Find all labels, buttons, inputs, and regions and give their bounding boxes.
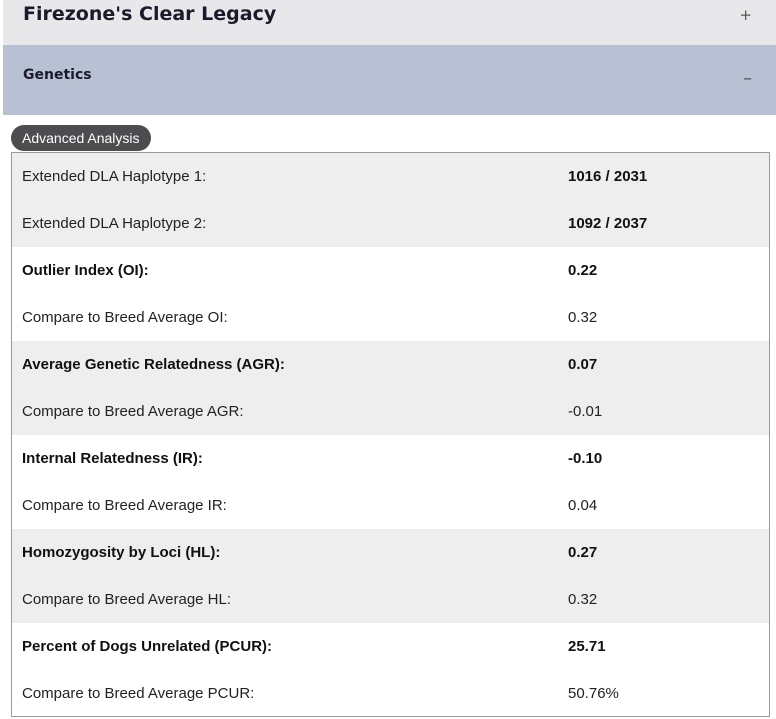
table-row: Outlier Index (OI): 0.22: [12, 247, 769, 294]
row-label: Compare to Breed Average IR:: [22, 497, 227, 514]
row-value: 0.32: [568, 591, 598, 608]
row-value: 0.32: [568, 309, 598, 326]
table-row: Percent of Dogs Unrelated (PCUR): 25.71: [12, 623, 769, 670]
table-row: Compare to Breed Average PCUR: 50.76%: [12, 670, 769, 716]
row-value: 25.71: [568, 638, 606, 655]
table-row: Average Genetic Relatedness (AGR): 0.07: [12, 341, 769, 388]
table-row: Compare to Breed Average IR: 0.04: [12, 482, 769, 529]
row-value: 0.04: [568, 497, 598, 514]
row-value: 50.76%: [568, 685, 619, 702]
collapse-icon[interactable]: –: [743, 68, 752, 89]
table-row: Extended DLA Haplotype 2: 1092 / 2037: [12, 200, 769, 247]
row-label: Compare to Breed Average PCUR:: [22, 685, 255, 702]
row-label: Extended DLA Haplotype 1:: [22, 168, 207, 185]
row-value: 0.07: [568, 356, 598, 373]
accordion-title: Firezone's Clear Legacy: [23, 3, 277, 25]
row-label: Extended DLA Haplotype 2:: [22, 215, 207, 232]
row-label: Compare to Breed Average HL:: [22, 591, 232, 608]
row-label: Outlier Index (OI):: [22, 262, 149, 279]
table-row: Extended DLA Haplotype 1: 1016 / 2031: [12, 153, 769, 200]
genetics-table: Extended DLA Haplotype 1: 1016 / 2031 Ex…: [11, 152, 770, 717]
row-label: Homozygosity by Loci (HL):: [22, 544, 221, 561]
table-row: Internal Relatedness (IR): -0.10: [12, 435, 769, 482]
table-row: Homozygosity by Loci (HL): 0.27: [12, 529, 769, 576]
accordion-header-dog-name[interactable]: Firezone's Clear Legacy +: [3, 0, 776, 45]
row-value: 0.22: [568, 262, 598, 279]
row-label: Internal Relatedness (IR):: [22, 450, 203, 467]
row-label: Compare to Breed Average OI:: [22, 309, 228, 326]
row-value: 1092 / 2037: [568, 215, 648, 232]
row-value: -0.01: [568, 403, 603, 420]
table-row: Compare to Breed Average HL: 0.32: [12, 576, 769, 623]
table-row: Compare to Breed Average OI: 0.32: [12, 294, 769, 341]
advanced-analysis-badge: Advanced Analysis: [11, 125, 151, 151]
row-label: Percent of Dogs Unrelated (PCUR):: [22, 638, 273, 655]
row-label: Compare to Breed Average AGR:: [22, 403, 244, 420]
accordion-title: Genetics: [23, 67, 92, 83]
accordion-header-genetics[interactable]: Genetics –: [3, 45, 776, 115]
table-row: Compare to Breed Average AGR: -0.01: [12, 388, 769, 435]
row-value: -0.10: [568, 450, 603, 467]
row-value: 0.27: [568, 544, 598, 561]
row-label: Average Genetic Relatedness (AGR):: [22, 356, 285, 373]
expand-icon[interactable]: +: [739, 6, 752, 24]
row-value: 1016 / 2031: [568, 168, 648, 185]
